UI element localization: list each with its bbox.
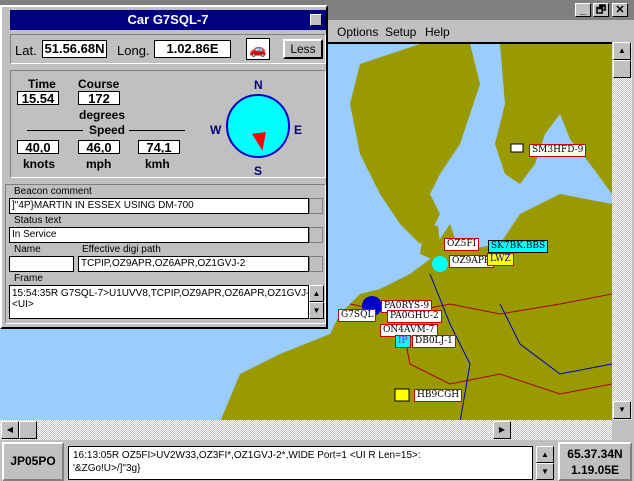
map-label[interactable]: LWZ: [487, 253, 514, 266]
packet-line: '&ZGo!U>/]"3g}: [73, 463, 141, 474]
status-field[interactable]: In Service: [9, 227, 309, 243]
less-button[interactable]: Less: [283, 39, 323, 59]
station-info-dialog: Car G7SQL-7 Lat. 51.56.68N Long. 1.02.86…: [0, 5, 328, 329]
kmh-field: 74,1: [138, 140, 180, 155]
cursor-lat: 65.37.34N: [567, 447, 623, 461]
map-label[interactable]: OZ5FI: [444, 238, 480, 251]
frame-label: Frame: [14, 273, 43, 284]
map-label[interactable]: SM3HFD-9: [529, 144, 587, 157]
details-group: Beacon comment ]"4P}MARTIN IN ESSEX USIN…: [5, 184, 326, 324]
lat-label: Lat.: [15, 43, 37, 58]
packet-line: 16:13:05R OZ5FI>UV2W33,OZ3FI*,OZ1GVJ-2*,…: [73, 450, 421, 461]
scroll-down-button[interactable]: ▼: [613, 401, 631, 419]
compass-e: E: [294, 123, 303, 137]
cursor-long: 1.19.05E: [570, 463, 620, 477]
name-field[interactable]: [9, 256, 74, 272]
cursor-position: 65.37.34N 1.19.05E: [558, 442, 632, 481]
knots-field: 40,0: [17, 140, 59, 155]
course-label: Course: [78, 77, 120, 91]
dialog-title-text: Car G7SQL-7: [127, 12, 209, 27]
map-label[interactable]: DB0LJ-1: [412, 335, 456, 348]
long-field: 1.02.86E: [154, 40, 231, 58]
locator-display: JP05PO: [2, 442, 64, 481]
map-label[interactable]: IP: [395, 335, 411, 348]
name-label: Name: [14, 244, 41, 255]
compass-icon: [226, 94, 290, 158]
scroll-up-button[interactable]: ▲: [613, 42, 631, 60]
dialog-title: Car G7SQL-7: [10, 10, 326, 30]
compass-s: S: [254, 164, 263, 178]
speed-label: Speed: [89, 123, 126, 137]
scroll-right-button[interactable]: ▶: [493, 421, 511, 439]
digi-field[interactable]: TCPIP,OZ9APR,OZ6APR,OZ1GVJ-2: [78, 256, 309, 272]
scroll-thumb[interactable]: [613, 60, 631, 78]
knots-label: knots: [23, 157, 56, 171]
scandinavia-land: [495, 44, 612, 194]
map-label[interactable]: G7SQL: [338, 309, 377, 322]
compass-w: W: [210, 123, 222, 137]
dialog-close-box[interactable]: [310, 14, 322, 26]
france-land: [220, 334, 330, 420]
menu-options[interactable]: Options: [337, 25, 378, 39]
packet-monitor: 16:13:05R OZ5FI>UV2W33,OZ3FI*,OZ1GVJ-2*,…: [68, 446, 533, 480]
norway-land: [350, 44, 480, 244]
mph-label: mph: [86, 157, 112, 171]
status-spin[interactable]: [309, 227, 323, 243]
mph-field: 46,0: [78, 140, 120, 155]
house-symbol: [394, 388, 410, 402]
digi-spin[interactable]: [309, 256, 323, 272]
beacon-spin[interactable]: [309, 198, 323, 214]
car-icon[interactable]: 🚗: [246, 38, 270, 60]
frame-field[interactable]: 15:54:35R G7SQL-7>U1UVV8,TCPIP,OZ9APR,OZ…: [9, 285, 309, 319]
beacon-label: Beacon comment: [14, 186, 92, 197]
vertical-scrollbar[interactable]: ▲ ▼: [612, 42, 632, 420]
motion-group: Time 15.54 Course 172 degrees Speed 40,0…: [10, 70, 326, 178]
frame-scroll-up[interactable]: ▲: [309, 285, 324, 302]
packet-scroll-down[interactable]: ▼: [536, 463, 554, 480]
lat-field: 51.56.68N: [42, 40, 107, 58]
station-symbol: [510, 143, 524, 153]
course-unit: degrees: [79, 108, 126, 122]
compass-n: N: [254, 78, 263, 92]
map-label[interactable]: PA0GHU-2: [387, 310, 442, 323]
close-button[interactable]: ✕: [612, 3, 628, 17]
status-label: Status text: [14, 215, 62, 226]
minimize-button[interactable]: _: [575, 3, 591, 17]
frame-scroll-down[interactable]: ▼: [309, 302, 324, 319]
frame-line: 15:54:35R G7SQL-7>U1UVV8,TCPIP,OZ9APR,OZ…: [12, 288, 309, 299]
horizontal-scrollbar[interactable]: ◀ ▶: [0, 420, 612, 440]
long-label: Long.: [117, 43, 150, 58]
map-label[interactable]: SK7BK.BBS: [488, 240, 549, 253]
beacon-field[interactable]: ]"4P}MARTIN IN ESSEX USING DM-700: [9, 198, 309, 214]
position-group: Lat. 51.56.68N Long. 1.02.86E 🚗 Less: [10, 34, 326, 64]
menu-setup[interactable]: Setup: [385, 25, 416, 39]
divider: [129, 130, 185, 131]
map-label[interactable]: HB9CGH: [414, 389, 463, 402]
course-field: 172: [78, 91, 120, 106]
scroll-left-button[interactable]: ◀: [1, 421, 19, 439]
frame-line: <UI>: [12, 299, 34, 310]
restore-button[interactable]: 🗗: [593, 3, 609, 17]
time-field: 15.54: [17, 91, 59, 106]
kmh-label: kmh: [145, 157, 170, 171]
digi-label: Effective digi path: [82, 244, 161, 255]
packet-scroll-up[interactable]: ▲: [536, 446, 554, 463]
station-symbol: [432, 256, 448, 272]
scroll-thumb[interactable]: [19, 421, 37, 439]
divider: [27, 130, 83, 131]
time-label: Time: [28, 77, 56, 91]
menu-help[interactable]: Help: [425, 25, 450, 39]
